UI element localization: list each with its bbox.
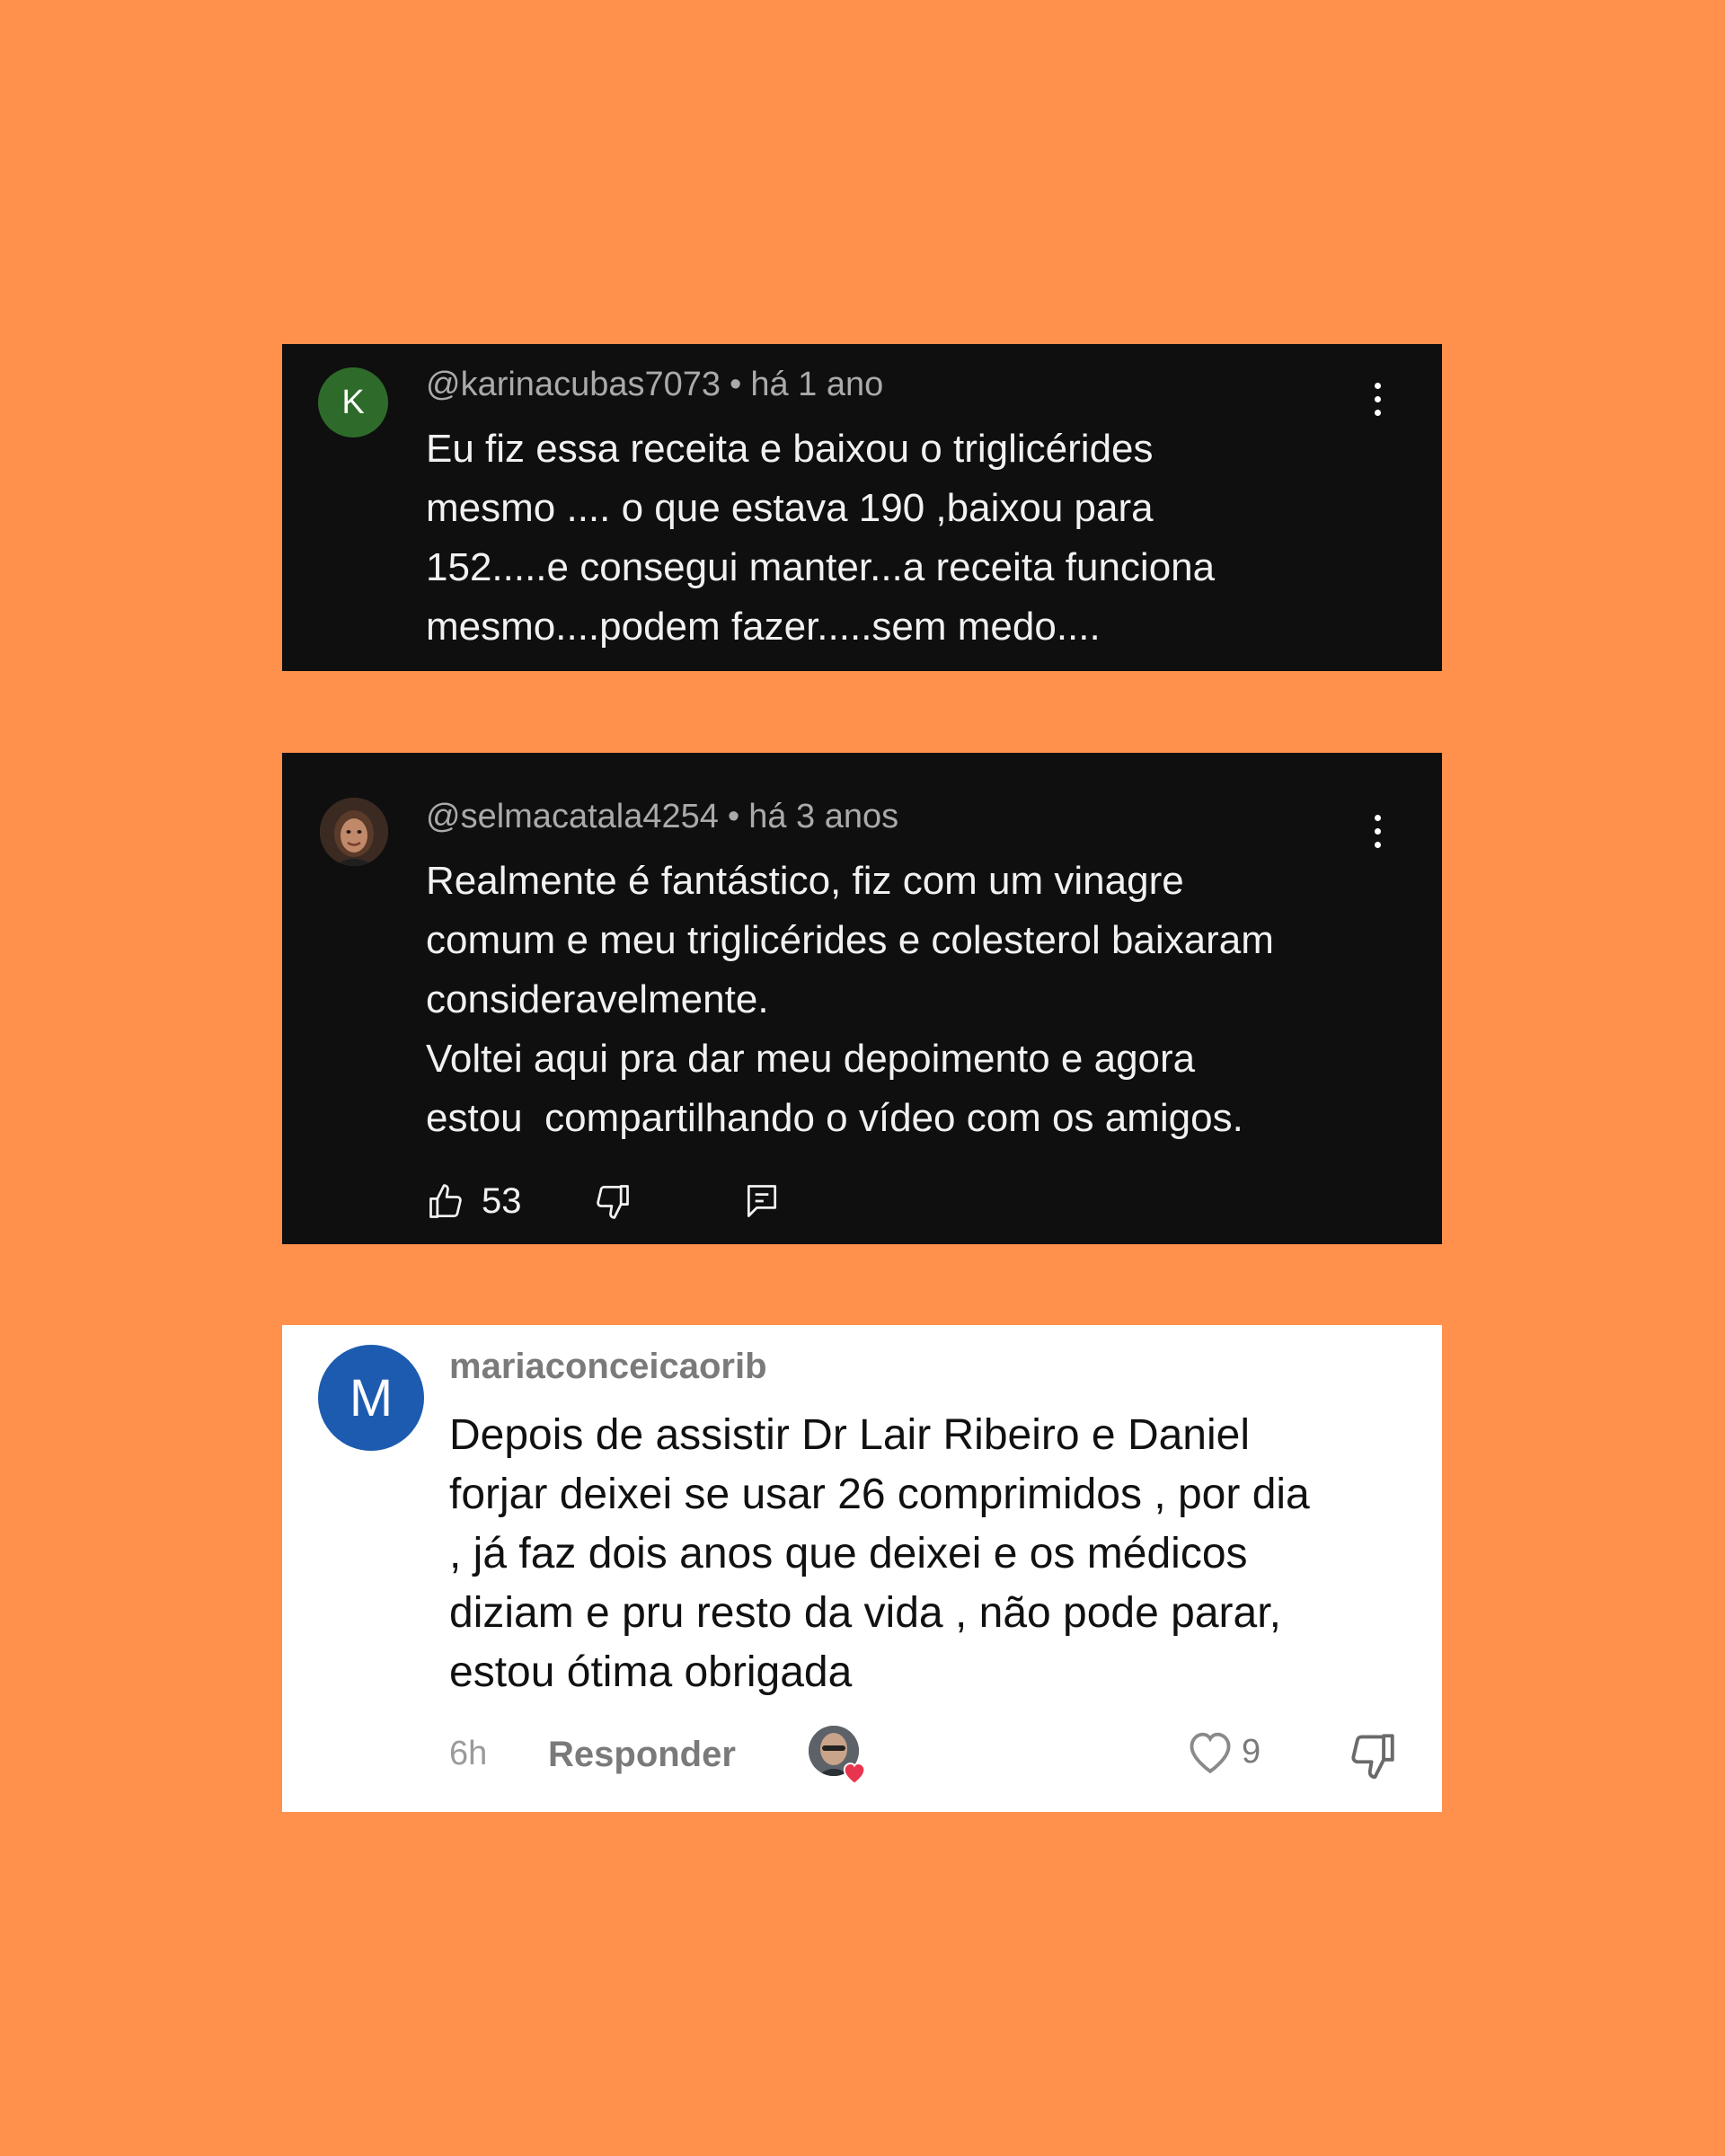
timestamp[interactable]: há 1 ano bbox=[750, 366, 883, 403]
comment-text: Depois de assistir Dr Lair Ribeiro e Dan… bbox=[449, 1411, 1310, 1696]
reply-button[interactable] bbox=[742, 1181, 782, 1221]
like-count: 9 bbox=[1242, 1732, 1261, 1771]
comment-meta: @selmacatala4254 • há 3 anos bbox=[426, 798, 898, 836]
comment-card-selma: @selmacatala4254 • há 3 anos Realmente é f… bbox=[282, 753, 1442, 1244]
thumbs-down-icon bbox=[1351, 1734, 1394, 1780]
avatar[interactable]: K bbox=[318, 367, 388, 437]
heart-badge-icon bbox=[843, 1763, 866, 1785]
dislike-button[interactable] bbox=[1347, 1729, 1399, 1786]
timestamp: 6h bbox=[449, 1735, 488, 1772]
thumbs-down-icon bbox=[597, 1185, 629, 1219]
username[interactable]: mariaconceicaorib bbox=[449, 1347, 767, 1387]
timestamp[interactable]: há 3 anos bbox=[748, 798, 898, 835]
dislike-button[interactable] bbox=[593, 1181, 632, 1221]
comment-card-maria: M mariaconceicaorib Depois de assistir D… bbox=[282, 1325, 1442, 1812]
comment-text: Realmente é fantástico, fiz com um vinag… bbox=[426, 859, 1274, 1140]
thumbs-up-icon bbox=[429, 1183, 462, 1218]
comment-card-karina: K @karinacubas7073 • há 1 ano Eu fiz essa … bbox=[282, 344, 1442, 671]
avatar[interactable]: M bbox=[318, 1345, 424, 1451]
avatar[interactable] bbox=[320, 798, 388, 866]
like-button[interactable]: 53 bbox=[426, 1181, 522, 1222]
username[interactable]: @selmacatala4254 bbox=[426, 798, 719, 835]
heart-icon bbox=[1190, 1732, 1231, 1774]
more-options-icon[interactable] bbox=[1372, 383, 1383, 416]
like-count: 53 bbox=[482, 1181, 522, 1221]
meta-separator: • bbox=[730, 366, 742, 403]
comment-reply-icon bbox=[747, 1185, 777, 1217]
avatar-letter: M bbox=[349, 1368, 394, 1427]
more-options-icon[interactable] bbox=[1372, 815, 1383, 848]
reply-button[interactable]: Responder bbox=[548, 1735, 736, 1775]
comment-text: Eu fiz essa receita e baixou o triglicér… bbox=[426, 427, 1216, 649]
like-button[interactable]: 9 bbox=[1184, 1727, 1261, 1776]
meta-separator: • bbox=[727, 798, 740, 835]
username[interactable]: @karinacubas7073 bbox=[426, 366, 721, 403]
creator-liked-badge bbox=[805, 1722, 868, 1785]
avatar-letter: K bbox=[341, 383, 365, 421]
comment-footer: 6h Responder 9 bbox=[449, 1722, 1415, 1785]
comment-meta: @karinacubas7073 • há 1 ano bbox=[426, 366, 883, 404]
profile-photo-icon bbox=[320, 798, 388, 866]
